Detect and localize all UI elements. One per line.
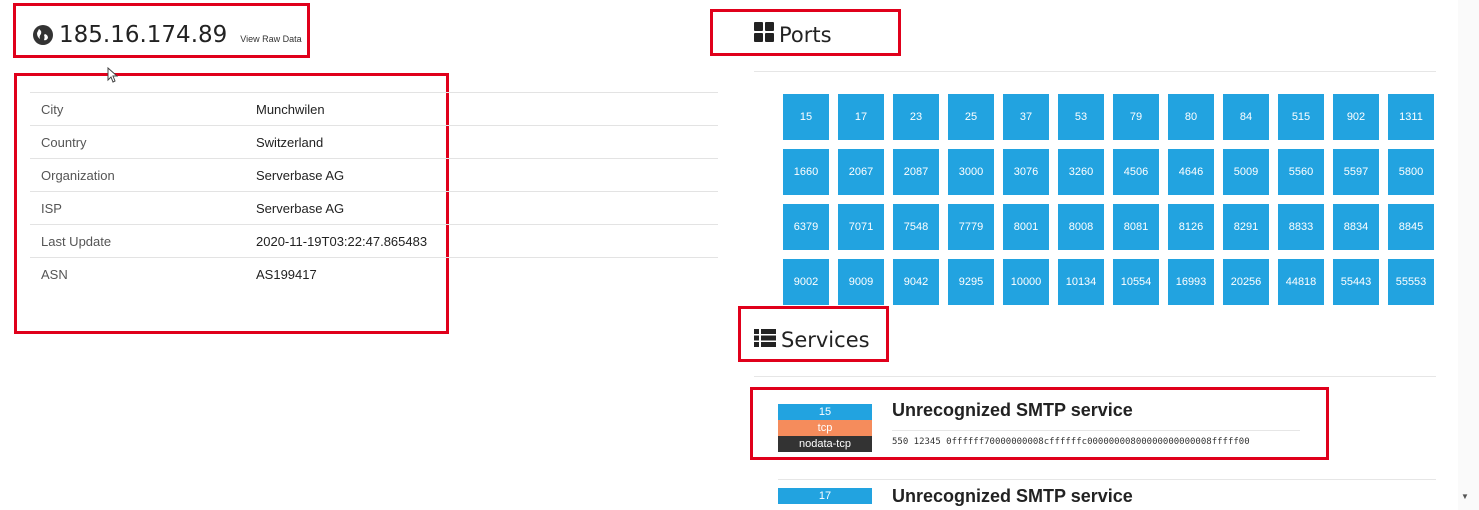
port-tile[interactable]: 3260 [1058,149,1104,195]
info-row-asn: ASN AS199417 [30,258,718,291]
port-tile[interactable]: 17 [838,94,884,140]
port-tile[interactable]: 8126 [1168,204,1214,250]
service-name: Unrecognized SMTP service [892,400,1133,420]
info-value: Serverbase AG [256,200,345,216]
port-tile[interactable]: 9002 [783,259,829,305]
scroll-down-arrow-icon[interactable]: ▼ [1461,492,1469,501]
ports-grid: 15 17 23 25 37 53 79 80 84 515 902 1311 1660 2067 2087… [783,94,1435,305]
port-tile[interactable]: 8001 [1003,204,1049,250]
port-tile[interactable]: 10134 [1058,259,1104,305]
service-badges: 15 tcp nodata-tcp [778,404,872,452]
port-tile[interactable]: 10554 [1113,259,1159,305]
port-tile[interactable]: 9042 [893,259,939,305]
port-tile[interactable]: 37 [1003,94,1049,140]
mouse-cursor-icon [107,66,119,88]
ports-heading: Ports [754,22,832,47]
port-tile[interactable]: 53 [1058,94,1104,140]
scrollbar[interactable] [1458,0,1479,510]
port-tile[interactable]: 1311 [1388,94,1434,140]
port-tile[interactable]: 84 [1223,94,1269,140]
info-value: 2020-11-19T03:22:47.865483 [256,233,428,249]
divider [754,71,1436,72]
divider [778,479,1436,480]
port-tile[interactable]: 8291 [1223,204,1269,250]
service-port-badge[interactable]: 15 [778,404,872,420]
info-key: ASN [41,267,68,282]
port-tile[interactable]: 2067 [838,149,884,195]
port-tile[interactable]: 8845 [1388,204,1434,250]
list-icon [754,328,776,352]
port-tile[interactable]: 5597 [1333,149,1379,195]
port-tile[interactable]: 4646 [1168,149,1214,195]
service-name: Unrecognized SMTP service [892,488,1133,506]
service-item[interactable]: 17 Unrecognized SMTP service [778,488,1438,510]
port-tile[interactable]: 6379 [783,204,829,250]
port-tile[interactable]: 2087 [893,149,939,195]
port-tile[interactable]: 7779 [948,204,994,250]
port-tile[interactable]: 5560 [1278,149,1324,195]
info-key: City [41,101,64,117]
port-tile[interactable]: 5009 [1223,149,1269,195]
divider [754,376,1436,377]
port-tile[interactable]: 8833 [1278,204,1324,250]
service-divider [892,430,1300,431]
port-tile[interactable]: 55553 [1388,259,1434,305]
port-tile[interactable]: 902 [1333,94,1379,140]
port-tile[interactable]: 15 [783,94,829,140]
services-title: Services [781,328,870,352]
globe-icon [33,25,53,45]
info-key: Country [41,134,87,150]
ip-header: 185.16.174.89 View Raw Data [33,22,302,48]
service-port-badge[interactable]: 17 [778,488,872,504]
port-tile[interactable]: 55443 [1333,259,1379,305]
port-tile[interactable]: 515 [1278,94,1324,140]
info-value: Munchwilen [256,101,325,117]
info-key: Organization [41,167,115,183]
info-row-city: City Munchwilen [30,93,718,126]
port-tile[interactable]: 8008 [1058,204,1104,250]
port-tile[interactable]: 25 [948,94,994,140]
port-tile[interactable]: 7548 [893,204,939,250]
port-tile[interactable]: 23 [893,94,939,140]
port-tile[interactable]: 10000 [1003,259,1049,305]
info-key: ISP [41,200,62,216]
ip-address-title: 185.16.174.89 [59,22,228,48]
port-tile[interactable]: 3000 [948,149,994,195]
port-tile[interactable]: 16993 [1168,259,1214,305]
port-tile[interactable]: 44818 [1278,259,1324,305]
info-key: Last Update [41,233,112,249]
info-value: AS199417 [256,267,317,282]
service-banner: 550 12345 0ffffff70000000008cffffffc0000… [892,437,1250,447]
info-row-isp: ISP Serverbase AG [30,192,718,225]
service-badges: 17 [778,488,872,504]
port-tile[interactable]: 4506 [1113,149,1159,195]
service-tag-badge: nodata-tcp [778,436,872,452]
info-value: Switzerland [256,134,324,150]
port-tile[interactable]: 7071 [838,204,884,250]
port-tile[interactable]: 3076 [1003,149,1049,195]
services-heading: Services [754,328,870,352]
info-value: Serverbase AG [256,167,345,183]
port-tile[interactable]: 80 [1168,94,1214,140]
info-row-country: Country Switzerland [30,126,718,159]
port-tile[interactable]: 8834 [1333,204,1379,250]
port-tile[interactable]: 20256 [1223,259,1269,305]
grid-icon [754,22,774,47]
port-tile[interactable]: 9295 [948,259,994,305]
ports-title: Ports [779,22,832,47]
service-protocol-badge: tcp [778,420,872,436]
host-info-table: City Munchwilen Country Switzerland Orga… [30,92,718,291]
port-tile[interactable]: 1660 [783,149,829,195]
port-tile[interactable]: 5800 [1388,149,1434,195]
port-tile[interactable]: 79 [1113,94,1159,140]
info-row-organization: Organization Serverbase AG [30,159,718,192]
port-tile[interactable]: 8081 [1113,204,1159,250]
service-item[interactable]: 15 tcp nodata-tcp Unrecognized SMTP serv… [778,400,1438,454]
port-tile[interactable]: 9009 [838,259,884,305]
info-row-last-update: Last Update 2020-11-19T03:22:47.865483 [30,225,718,258]
view-raw-data-link[interactable]: View Raw Data [240,34,301,44]
